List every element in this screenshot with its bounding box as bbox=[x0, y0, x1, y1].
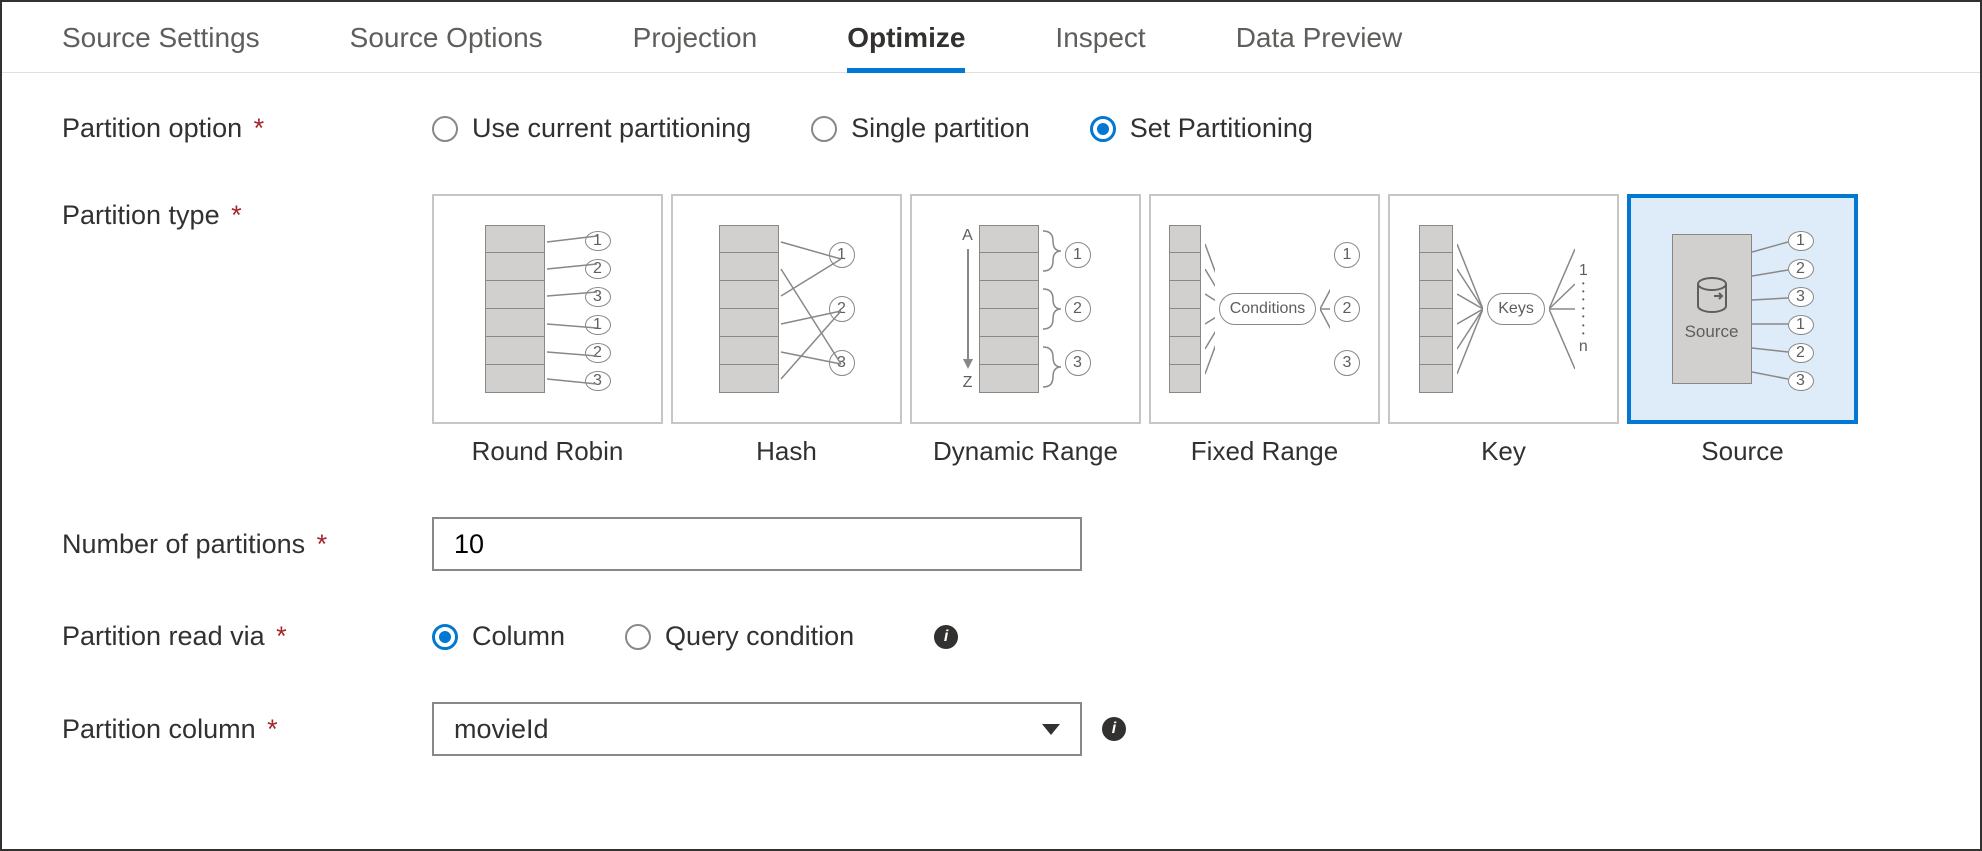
partition-type-key[interactable]: Keys 1•••••••n bbox=[1388, 194, 1619, 424]
partition-column-label: Partition column * bbox=[62, 714, 432, 745]
partition-type-key-label: Key bbox=[1481, 436, 1526, 467]
partition-type-source[interactable]: Source 123 123 bbox=[1627, 194, 1858, 424]
radio-query-condition[interactable]: Query condition bbox=[625, 621, 854, 652]
database-icon bbox=[1694, 276, 1730, 316]
partition-type-dynamic-range[interactable]: A Z 123 bbox=[910, 194, 1141, 424]
chevron-down-icon bbox=[1042, 724, 1060, 735]
tab-data-preview[interactable]: Data Preview bbox=[1236, 22, 1403, 72]
radio-single-partition[interactable]: Single partition bbox=[811, 113, 1030, 144]
radio-use-current-partitioning[interactable]: Use current partitioning bbox=[432, 113, 751, 144]
partition-type-source-label: Source bbox=[1701, 436, 1783, 467]
partition-read-via-label: Partition read via * bbox=[62, 621, 432, 652]
partition-type-hash-label: Hash bbox=[756, 436, 817, 467]
tab-source-options[interactable]: Source Options bbox=[350, 22, 543, 72]
num-partitions-input[interactable] bbox=[432, 517, 1082, 571]
partition-type-fixed-range[interactable]: Conditions 123 bbox=[1149, 194, 1380, 424]
tab-source-settings[interactable]: Source Settings bbox=[62, 22, 260, 72]
radio-column[interactable]: Column bbox=[432, 621, 565, 652]
partition-type-hash[interactable]: 123 bbox=[671, 194, 902, 424]
partition-type-dynamic-range-label: Dynamic Range bbox=[933, 436, 1118, 467]
partition-column-select[interactable]: movieId bbox=[432, 702, 1082, 756]
radio-set-partitioning[interactable]: Set Partitioning bbox=[1090, 113, 1313, 144]
info-icon[interactable]: i bbox=[934, 625, 958, 649]
partition-type-round-robin-label: Round Robin bbox=[472, 436, 624, 467]
partition-type-label: Partition type * bbox=[62, 194, 432, 231]
tab-optimize[interactable]: Optimize bbox=[847, 22, 965, 72]
partition-type-fixed-range-label: Fixed Range bbox=[1191, 436, 1338, 467]
tabs-bar: Source Settings Source Options Projectio… bbox=[2, 2, 1980, 73]
partition-option-label: Partition option * bbox=[62, 113, 432, 144]
tab-inspect[interactable]: Inspect bbox=[1055, 22, 1145, 72]
info-icon[interactable]: i bbox=[1102, 717, 1126, 741]
partition-type-round-robin[interactable]: 123 123 bbox=[432, 194, 663, 424]
tab-projection[interactable]: Projection bbox=[633, 22, 758, 72]
num-partitions-label: Number of partitions * bbox=[62, 529, 432, 560]
